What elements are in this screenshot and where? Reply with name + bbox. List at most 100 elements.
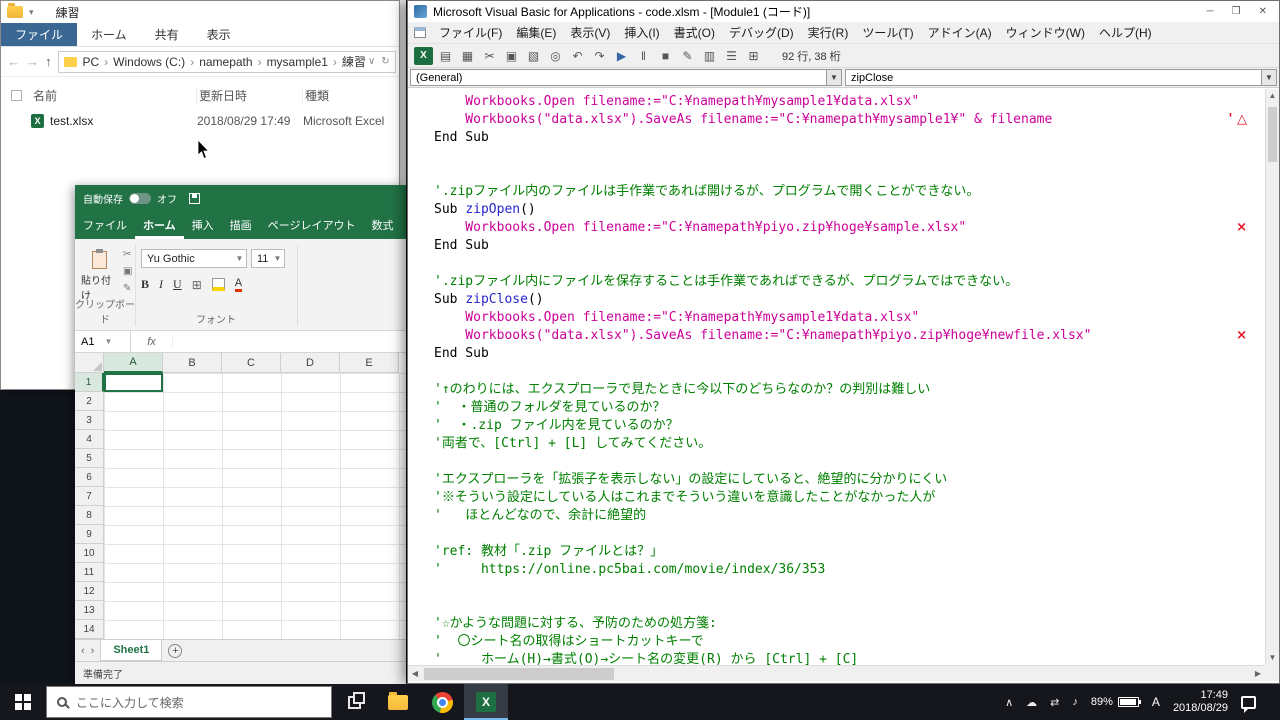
format-painter-icon[interactable]: ✎ — [123, 283, 132, 294]
column-header[interactable]: A — [104, 353, 163, 373]
quick-access-toolbar-icon[interactable]: ▾ — [29, 7, 34, 18]
file-name[interactable]: test.xlsx — [50, 114, 93, 128]
minimize-button[interactable]: ─ — [1201, 6, 1220, 17]
row-header[interactable]: 14 — [75, 620, 104, 639]
bold-button[interactable]: B — [141, 277, 149, 292]
ribbon-tab[interactable]: ホーム — [77, 23, 141, 46]
vba-code-area[interactable]: Workbooks.Open filename:="C:¥namepath¥my… — [408, 89, 1265, 665]
column-header[interactable]: 名前 — [31, 87, 197, 104]
ribbon-tab[interactable]: データ — [401, 211, 406, 239]
up-icon[interactable]: ↑ — [45, 54, 52, 69]
copy-icon[interactable]: ▣ — [502, 47, 521, 65]
ribbon-tab[interactable]: ホーム — [135, 211, 184, 239]
paste-icon[interactable]: ▧ — [524, 47, 543, 65]
task-view-button[interactable] — [332, 684, 376, 720]
ribbon-tab[interactable]: ファイル — [75, 211, 135, 239]
row-header[interactable]: 4 — [75, 430, 104, 449]
chevron-down-icon[interactable]: ▼ — [271, 254, 284, 263]
horizontal-scrollbar[interactable]: ◀ ▶ — [408, 665, 1265, 681]
chevron-down-icon[interactable]: ▼ — [104, 337, 112, 346]
taskbar-app-excel[interactable] — [464, 684, 508, 720]
column-header[interactable]: 種類 — [303, 87, 399, 104]
selected-cell-a1[interactable] — [104, 373, 163, 392]
breadcrumb-item[interactable]: Windows (C:) — [99, 55, 185, 69]
spreadsheet-cells[interactable] — [104, 373, 406, 639]
row-header[interactable]: 3 — [75, 411, 104, 430]
font-size-combo[interactable]: 11 ▼ — [251, 249, 285, 268]
chevron-up-icon[interactable]: ∧ — [1005, 696, 1013, 709]
taskbar-app-explorer[interactable] — [376, 684, 420, 720]
menu-item[interactable]: ツール(T) — [855, 24, 920, 41]
volume-icon[interactable]: ♪ — [1072, 696, 1078, 708]
row-header[interactable]: 8 — [75, 506, 104, 525]
scroll-down-icon[interactable]: ▼ — [1266, 651, 1279, 665]
underline-button[interactable]: U — [173, 277, 182, 292]
vertical-scrollbar[interactable]: ▲ ▼ — [1265, 89, 1279, 665]
start-button[interactable] — [0, 684, 46, 720]
cloud-icon[interactable]: ☁ — [1026, 696, 1037, 709]
refresh-icon[interactable]: ↻ — [381, 56, 389, 67]
chevron-down-icon[interactable]: ▼ — [1261, 70, 1276, 85]
menu-item[interactable]: ヘルプ(H) — [1092, 24, 1159, 41]
save-icon[interactable]: ▦ — [458, 47, 477, 65]
insert-userform-icon[interactable]: ▤ — [436, 47, 455, 65]
font-name-combo[interactable]: Yu Gothic ▼ — [141, 249, 247, 268]
find-icon[interactable]: ◎ — [546, 47, 565, 65]
select-all-corner[interactable] — [75, 353, 104, 373]
select-all-checkbox[interactable] — [11, 90, 22, 101]
project-explorer-icon[interactable]: ▥ — [700, 47, 719, 65]
sheet-tab[interactable]: Sheet1 — [100, 640, 162, 661]
row-header[interactable]: 13 — [75, 601, 104, 620]
scrollbar-thumb[interactable] — [424, 668, 614, 680]
save-icon[interactable] — [189, 193, 200, 204]
ribbon-tab[interactable]: 共有 — [141, 23, 193, 46]
copy-icon[interactable]: ▣ — [123, 266, 132, 277]
redo-icon[interactable]: ↷ — [590, 47, 609, 65]
object-browser-icon[interactable]: ⊞ — [744, 47, 763, 65]
font-color-button[interactable]: A — [235, 278, 242, 292]
scrollbar-thumb[interactable] — [1268, 107, 1277, 162]
insert-function-button[interactable]: fx — [131, 336, 173, 348]
menu-item[interactable]: 編集(E) — [509, 24, 563, 41]
breadcrumb-item[interactable]: 練習 — [328, 53, 366, 70]
autosave-toggle[interactable] — [129, 193, 151, 204]
break-icon[interactable]: ‖ — [634, 47, 653, 65]
row-header[interactable]: 5 — [75, 449, 104, 468]
run-icon[interactable]: ▶ — [612, 47, 631, 65]
ribbon-tab[interactable]: 描画 — [222, 211, 260, 239]
sheet-nav-right-icon[interactable]: › — [91, 645, 95, 657]
column-header[interactable]: E — [340, 353, 399, 373]
taskbar-app-chrome[interactable] — [420, 684, 464, 720]
scroll-left-icon[interactable]: ◀ — [408, 669, 422, 678]
menu-item[interactable]: 書式(O) — [667, 24, 722, 41]
address-dropdown-icon[interactable]: ∨ — [368, 56, 375, 67]
breadcrumb-item[interactable]: PC — [83, 55, 100, 69]
italic-button[interactable]: I — [159, 277, 163, 292]
action-center-icon[interactable] — [1241, 696, 1256, 709]
breadcrumb-item[interactable]: namepath — [185, 55, 252, 69]
taskbar-search[interactable]: ここに入力して検索 — [46, 686, 332, 718]
taskbar-clock[interactable]: 17:49 2018/08/29 — [1173, 689, 1228, 715]
properties-window-icon[interactable]: ☰ — [722, 47, 741, 65]
fill-color-button[interactable] — [212, 278, 225, 291]
menu-item[interactable]: デバッグ(D) — [722, 24, 801, 41]
column-header[interactable]: D — [281, 353, 340, 373]
cut-icon[interactable]: ✂ — [123, 249, 132, 260]
object-dropdown[interactable]: (General) ▼ — [410, 69, 842, 86]
row-header[interactable]: 9 — [75, 525, 104, 544]
row-header[interactable]: 6 — [75, 468, 104, 487]
row-header[interactable]: 11 — [75, 563, 104, 582]
add-sheet-button[interactable] — [168, 644, 182, 658]
ribbon-tab[interactable]: ファイル — [1, 23, 77, 46]
network-icon[interactable]: ⇄ — [1050, 696, 1059, 709]
menu-item[interactable]: 実行(R) — [801, 24, 856, 41]
scroll-right-icon[interactable]: ▶ — [1251, 669, 1265, 678]
chevron-down-icon[interactable]: ▼ — [826, 70, 841, 85]
menu-item[interactable]: ファイル(F) — [432, 24, 509, 41]
cut-icon[interactable]: ✂ — [480, 47, 499, 65]
borders-button[interactable]: ⊞ — [192, 278, 202, 292]
breadcrumb-item[interactable]: mysample1 — [253, 55, 328, 69]
column-header[interactable]: 更新日時 — [197, 87, 303, 104]
file-row[interactable]: test.xlsx 2018/08/29 17:49 Microsoft Exc… — [1, 111, 399, 130]
ribbon-tab[interactable]: 挿入 — [184, 211, 222, 239]
